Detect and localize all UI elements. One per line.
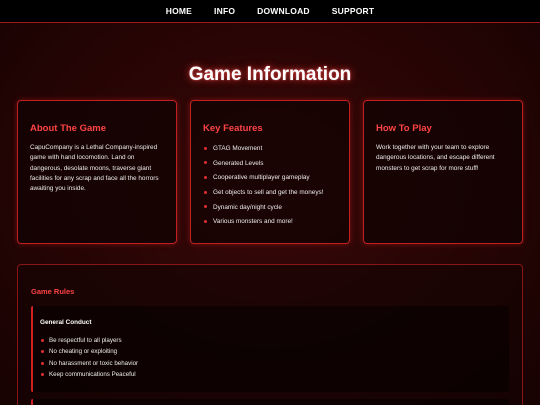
features-list: GTAG Movement Generated Levels Cooperati… (203, 143, 337, 231)
game-rules-panel: Game Rules General Conduct Be respectful… (17, 264, 523, 405)
features-card: Key Features GTAG Movement Generated Lev… (190, 100, 350, 244)
nav-support-link[interactable]: SUPPORT (332, 6, 375, 16)
how-to-play-card-text: Work together with your team to explore … (376, 144, 495, 172)
feature-item: Generated Levels (203, 158, 337, 173)
how-to-play-card: How To Play Work together with your team… (363, 100, 523, 244)
rule-item: Keep communications Peaceful (40, 370, 503, 381)
about-card-text: CapuCompany is a Lethal Company-inspired… (30, 144, 159, 193)
rule-item: No cheating or exploiting (40, 347, 503, 358)
feature-item: Various monsters and more! (203, 216, 337, 231)
feature-item: Dynamic day/night cycle (203, 202, 337, 217)
general-conduct-list: Be respectful to all players No cheating… (40, 336, 503, 381)
how-to-play-card-title: How To Play (376, 123, 432, 134)
feature-item: Get objects to sell and get the moneys! (203, 187, 337, 202)
general-conduct-title: General Conduct (40, 319, 92, 326)
features-card-title: Key Features (203, 123, 263, 134)
nav-home-link[interactable]: HOME (166, 6, 192, 16)
next-rules-box (31, 399, 509, 405)
nav-download-link[interactable]: DOWNLOAD (257, 6, 310, 16)
nav-info-link[interactable]: INFO (214, 6, 235, 16)
about-card: About The Game CapuCompany is a Lethal C… (17, 100, 177, 244)
feature-item: Cooperative multiplayer gameplay (203, 172, 337, 187)
about-card-title: About The Game (30, 123, 107, 134)
game-rules-title: Game Rules (31, 287, 75, 296)
rule-item: Be respectful to all players (40, 336, 503, 347)
rule-item: No harassment or toxic behavior (40, 359, 503, 370)
page-title: Game Information (188, 64, 352, 85)
top-navbar: HOME INFO DOWNLOAD SUPPORT (0, 0, 540, 23)
general-conduct-box: General Conduct Be respectful to all pla… (31, 306, 509, 392)
feature-item: GTAG Movement (203, 143, 337, 158)
